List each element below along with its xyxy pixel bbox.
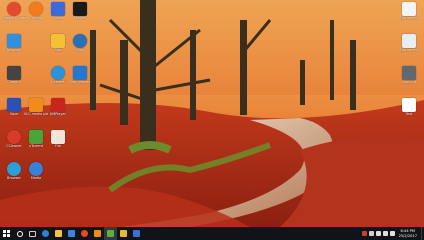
- edge-icon[interactable]: [39, 227, 52, 240]
- file-icon[interactable]: File: [46, 130, 70, 148]
- app-taskbar-icon[interactable]: [130, 227, 143, 240]
- store-icon[interactable]: [65, 227, 78, 240]
- language-icon[interactable]: [389, 231, 395, 236]
- clock[interactable]: 6:44 PM 25/2/2017: [399, 229, 417, 237]
- camera-app-icon[interactable]: Camera: [2, 66, 26, 84]
- clock-date: 25/2/2017: [398, 233, 417, 238]
- chevron-up-icon[interactable]: [368, 231, 374, 236]
- vlc-icon[interactable]: VLC media player: [24, 98, 48, 116]
- chrome-taskbar-icon[interactable]: [78, 227, 91, 240]
- search-icon[interactable]: [13, 227, 26, 240]
- teamviewer-icon[interactable]: TeamViewer: [68, 66, 92, 84]
- firefox-icon[interactable]: Firefox: [24, 2, 48, 20]
- movie-icon[interactable]: Movies: [68, 2, 92, 20]
- ie-icon[interactable]: Internet: [46, 66, 70, 84]
- windows-logo-icon: [3, 230, 10, 237]
- kmplayer-icon[interactable]: KMPlayer: [46, 98, 70, 116]
- active-app-icon[interactable]: [104, 227, 117, 240]
- volume-icon[interactable]: [382, 231, 388, 236]
- document-icon[interactable]: Document: [397, 2, 421, 20]
- network-tray-icon[interactable]: [375, 231, 381, 236]
- chrome-icon[interactable]: Google Chrome: [2, 2, 26, 20]
- document-2-icon[interactable]: Document: [397, 34, 421, 52]
- ccleaner-icon[interactable]: CCleaner: [2, 130, 26, 148]
- shortcut-icon[interactable]: Shortcut: [397, 66, 421, 84]
- text-file-icon[interactable]: Text: [397, 98, 421, 116]
- disk-icon[interactable]: Disk: [68, 34, 92, 52]
- task-view-icon[interactable]: [26, 227, 39, 240]
- start-button[interactable]: [0, 227, 13, 240]
- taskbar: 6:44 PM 25/2/2017: [0, 227, 424, 240]
- antivirus-tray-icon[interactable]: [361, 231, 367, 236]
- system-tray: 6:44 PM 25/2/2017: [361, 227, 424, 240]
- file-explorer-icon[interactable]: [52, 227, 65, 240]
- video-app-icon[interactable]: Video: [46, 2, 70, 20]
- folder-taskbar-icon[interactable]: [117, 227, 130, 240]
- globe-icon[interactable]: Browser: [2, 162, 26, 180]
- media-taskbar-icon[interactable]: [91, 227, 104, 240]
- floppy-icon[interactable]: Save: [2, 98, 26, 116]
- clock-time: 6:44 PM: [400, 229, 416, 234]
- desktop[interactable]: Google Chrome Firefox Video Movies Netwo…: [0, 0, 424, 227]
- network-icon[interactable]: Network: [2, 34, 26, 52]
- media-app-icon[interactable]: Media: [24, 162, 48, 180]
- utorrent-icon[interactable]: uTorrent: [24, 130, 48, 148]
- star-app-icon[interactable]: Star: [46, 34, 70, 52]
